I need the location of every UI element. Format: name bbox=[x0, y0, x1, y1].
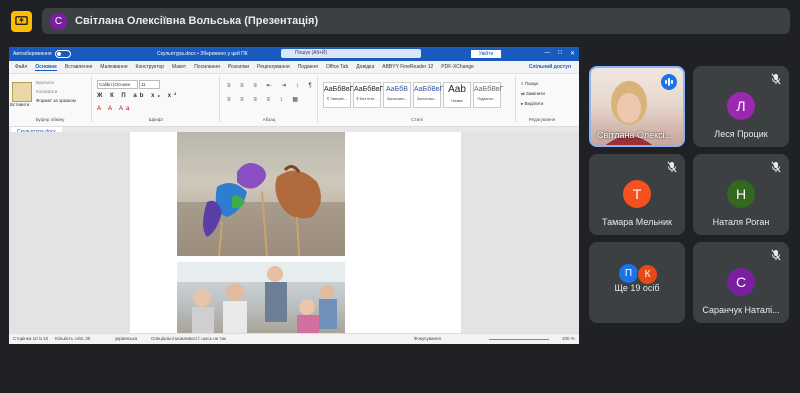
shared-screen: Автозбереження Скульптура.docx • Збереже… bbox=[9, 47, 579, 344]
presenter-name: Світлана Олексіївна Вольська (Презентаці… bbox=[75, 15, 319, 27]
ribbon-tab[interactable]: Довідка bbox=[356, 64, 374, 70]
mic-off-icon bbox=[771, 73, 781, 85]
word-title-bar: Автозбереження Скульптура.docx • Збереже… bbox=[9, 47, 579, 61]
speaking-indicator-icon bbox=[661, 74, 677, 90]
close-icon[interactable]: ✕ bbox=[570, 50, 575, 57]
more-participants-tile[interactable]: П К Ще 19 осіб bbox=[589, 242, 685, 323]
style-no-spacing[interactable]: АаБбВвГ ¶ Без інте... bbox=[353, 82, 383, 108]
replace-button[interactable]: ⇄ Замінити bbox=[521, 91, 545, 97]
clipboard-group: Вставити Вирізати Копіювати Формат за зр… bbox=[9, 76, 92, 122]
style-normal[interactable]: АаБбВвГ ¶ Звичай... bbox=[323, 82, 353, 108]
font-name-select[interactable]: Calibri (Основн bbox=[97, 80, 138, 89]
presenter-banner[interactable]: С Світлана Олексіївна Вольська (Презента… bbox=[42, 8, 790, 34]
ribbon-tab[interactable]: Розсилки bbox=[228, 64, 249, 70]
paragraph-group: ≡ ≡ ≡ ⇤ ⇥ ↕ ¶ ≡ ≡ ≡ ≡ ↕ ▦ Абзац bbox=[221, 76, 318, 122]
style-subtitle[interactable]: АаБбВвГ Підзагол... bbox=[473, 82, 503, 108]
ribbon: Вставити Вирізати Копіювати Формат за зр… bbox=[9, 74, 579, 127]
window-controls: — □ ✕ bbox=[544, 50, 575, 57]
participant-name: Тамара Мельник bbox=[602, 217, 672, 227]
presentation-icon bbox=[15, 16, 28, 25]
ribbon-tab[interactable]: Рецензування bbox=[257, 64, 290, 70]
autosave-toggle[interactable] bbox=[54, 50, 71, 58]
ribbon-tabs: Файл Основне Вставлення Малювання Конструкто… bbox=[9, 61, 579, 74]
more-participants-label: Ще 19 осіб bbox=[614, 283, 660, 293]
ribbon-tab[interactable]: Конструктор bbox=[136, 64, 165, 70]
focus-mode[interactable]: Фокусування bbox=[414, 336, 441, 341]
participant-name: Леся Процик bbox=[714, 129, 768, 139]
participant-tile[interactable]: С Саранчук Наталі... bbox=[693, 242, 789, 323]
children-photo bbox=[177, 262, 345, 334]
present-icon[interactable] bbox=[11, 11, 32, 32]
autosave-label: Автозбереження bbox=[13, 51, 52, 57]
document-page[interactable] bbox=[130, 132, 461, 334]
ribbon-tab[interactable]: Вставлення bbox=[65, 64, 92, 70]
language-indicator[interactable]: українська bbox=[115, 336, 137, 341]
ribbon-tab[interactable]: Малювання bbox=[100, 64, 127, 70]
word-count: Кількість слів: 30 bbox=[55, 336, 91, 341]
avatar: С bbox=[727, 268, 755, 296]
style-title[interactable]: Aab Назва bbox=[443, 82, 471, 108]
signin-button[interactable]: Увійти bbox=[471, 50, 501, 58]
avatar: Н bbox=[727, 180, 755, 208]
list-buttons[interactable]: ≡ ≡ ≡ ⇤ ⇥ ↕ ¶ bbox=[227, 82, 316, 89]
accessibility-indicator[interactable]: Спеціальні можливості: шось не так bbox=[151, 336, 226, 341]
font-group: Calibri (Основн 11 Ж К П ab x₂ x² A A Aa… bbox=[93, 76, 220, 122]
maximize-icon[interactable]: □ bbox=[558, 50, 562, 57]
ribbon-tab[interactable]: Основне bbox=[35, 64, 57, 71]
editing-group: ⌕ Пошук ⇄ Замінити ▸ Виділити Редагуванн… bbox=[517, 76, 567, 122]
ribbon-tab[interactable]: Office Tab bbox=[326, 64, 348, 70]
participant-tile-camera[interactable]: Світлана Олексі... bbox=[589, 66, 685, 147]
zoom-level[interactable]: 100 % bbox=[562, 336, 575, 341]
participant-name: Саранчук Наталі... bbox=[702, 305, 780, 315]
font-color-buttons[interactable]: A A Aa bbox=[97, 106, 132, 112]
participant-tile[interactable]: Л Леся Процик bbox=[693, 66, 789, 147]
font-format-buttons[interactable]: Ж К П ab x₂ x² bbox=[97, 93, 179, 99]
ribbon-tab[interactable]: Файл bbox=[15, 64, 27, 70]
zoom-slider[interactable] bbox=[489, 339, 549, 340]
ribbon-tab[interactable]: Посилання bbox=[194, 64, 220, 70]
participant-tile[interactable]: Т Тамара Мельник bbox=[589, 154, 685, 235]
ribbon-tab[interactable]: ABBYY FineReader 12 bbox=[382, 64, 433, 70]
document-title: Скульптура.docx • Збережено у цей ПК bbox=[157, 51, 248, 57]
group-label: Стилі bbox=[411, 117, 423, 122]
style-heading1[interactable]: АаБбВ Заголово... bbox=[383, 82, 411, 108]
plasticine-figures-photo bbox=[177, 132, 345, 256]
group-label: Абзац bbox=[262, 117, 276, 122]
avatar: П bbox=[619, 264, 638, 283]
mic-off-icon bbox=[667, 161, 677, 173]
word-search-box[interactable]: Пошук (Alt+Й) bbox=[281, 49, 421, 58]
mic-off-icon bbox=[771, 161, 781, 173]
presenter-avatar: С bbox=[50, 12, 67, 30]
paste-icon[interactable] bbox=[12, 82, 32, 102]
format-painter-button[interactable]: Формат за зразком bbox=[36, 98, 76, 103]
group-label: Буфер обміну bbox=[35, 117, 65, 122]
participant-name: Наталя Роган bbox=[712, 217, 770, 227]
paste-button[interactable]: Вставити bbox=[10, 102, 29, 107]
copy-button[interactable]: Копіювати bbox=[36, 89, 57, 94]
group-label: Шрифт bbox=[148, 117, 164, 122]
style-heading2[interactable]: АаБбВвГ Заголово... bbox=[413, 82, 443, 108]
ribbon-tab[interactable]: PDF-XChange bbox=[441, 64, 474, 70]
word-status-bar: Сторінка 10 із 10 Кількість слів: 30 укр… bbox=[9, 333, 579, 344]
cut-button[interactable]: Вирізати bbox=[36, 80, 54, 85]
ribbon-tab[interactable]: Подання bbox=[298, 64, 318, 70]
avatar: К bbox=[637, 264, 658, 285]
align-buttons[interactable]: ≡ ≡ ≡ ≡ ↕ ▦ bbox=[227, 96, 302, 103]
group-label: Редагування bbox=[528, 117, 556, 122]
ribbon-tab[interactable]: Макет bbox=[172, 64, 186, 70]
share-button[interactable]: Спільний доступ bbox=[529, 64, 571, 70]
styles-group: АаБбВвГ ¶ Звичай... АаБбВвГ ¶ Без інте... … bbox=[319, 76, 516, 122]
avatar: Т bbox=[623, 180, 651, 208]
participant-name: Світлана Олексі... bbox=[597, 130, 673, 140]
participant-tile[interactable]: Н Наталя Роган bbox=[693, 154, 789, 235]
document-area bbox=[9, 132, 579, 334]
avatar: Л bbox=[727, 92, 755, 120]
minimize-icon[interactable]: — bbox=[544, 50, 550, 57]
mic-off-icon bbox=[771, 249, 781, 261]
font-size-select[interactable]: 11 bbox=[139, 80, 160, 89]
page-count: Сторінка 10 із 10 bbox=[13, 336, 49, 341]
find-button[interactable]: ⌕ Пошук bbox=[521, 81, 538, 86]
select-button[interactable]: ▸ Виділити bbox=[521, 101, 543, 107]
